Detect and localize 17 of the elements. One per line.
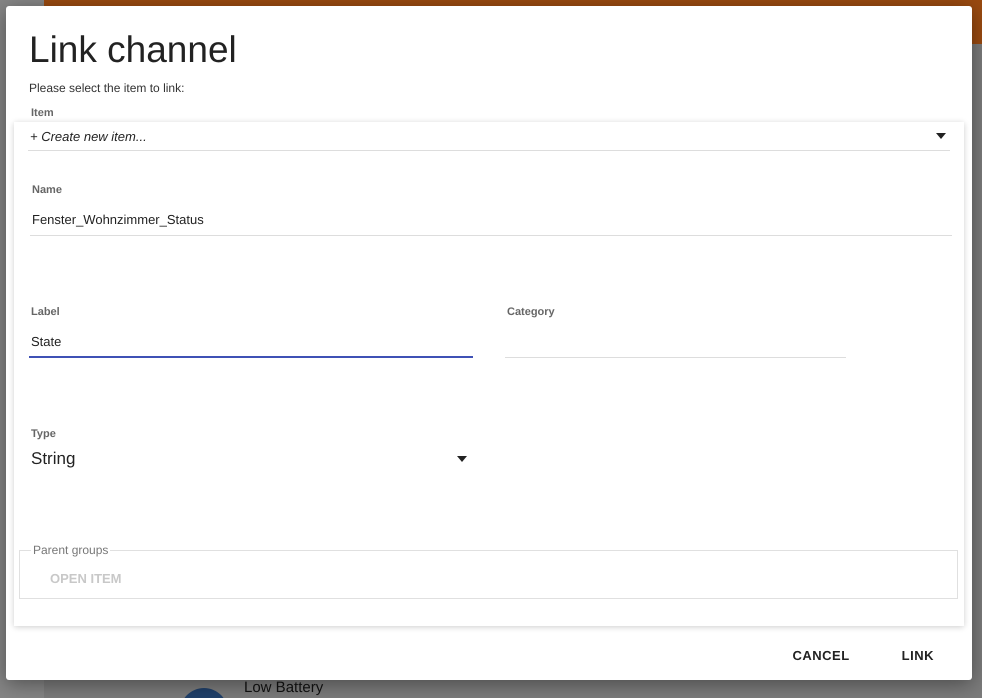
list-item-title: Low Battery xyxy=(244,680,324,696)
text-field[interactable]: State xyxy=(29,322,473,358)
dialog-title: Link channel xyxy=(28,28,238,72)
dropdown-arrow-icon xyxy=(936,133,946,139)
field-label: Label xyxy=(30,306,61,320)
field-label: Name xyxy=(31,184,63,198)
item-dropdown[interactable]: + Create new item... xyxy=(28,122,950,151)
text-field[interactable]: Fenster_Wohnzimmer_Status xyxy=(30,200,952,236)
dialog-button[interactable]: LINK xyxy=(894,642,942,669)
dialog-button[interactable]: CANCEL xyxy=(784,642,858,669)
dropdown-arrow-icon xyxy=(457,456,467,462)
dialog-prompt: Please select the item to link: xyxy=(29,81,186,95)
field-label: Type xyxy=(31,428,57,442)
field-label: Item xyxy=(31,107,55,119)
group-legend: Parent groups xyxy=(31,543,110,557)
field-label: Category xyxy=(506,306,556,320)
type-dropdown[interactable]: String xyxy=(31,444,471,474)
